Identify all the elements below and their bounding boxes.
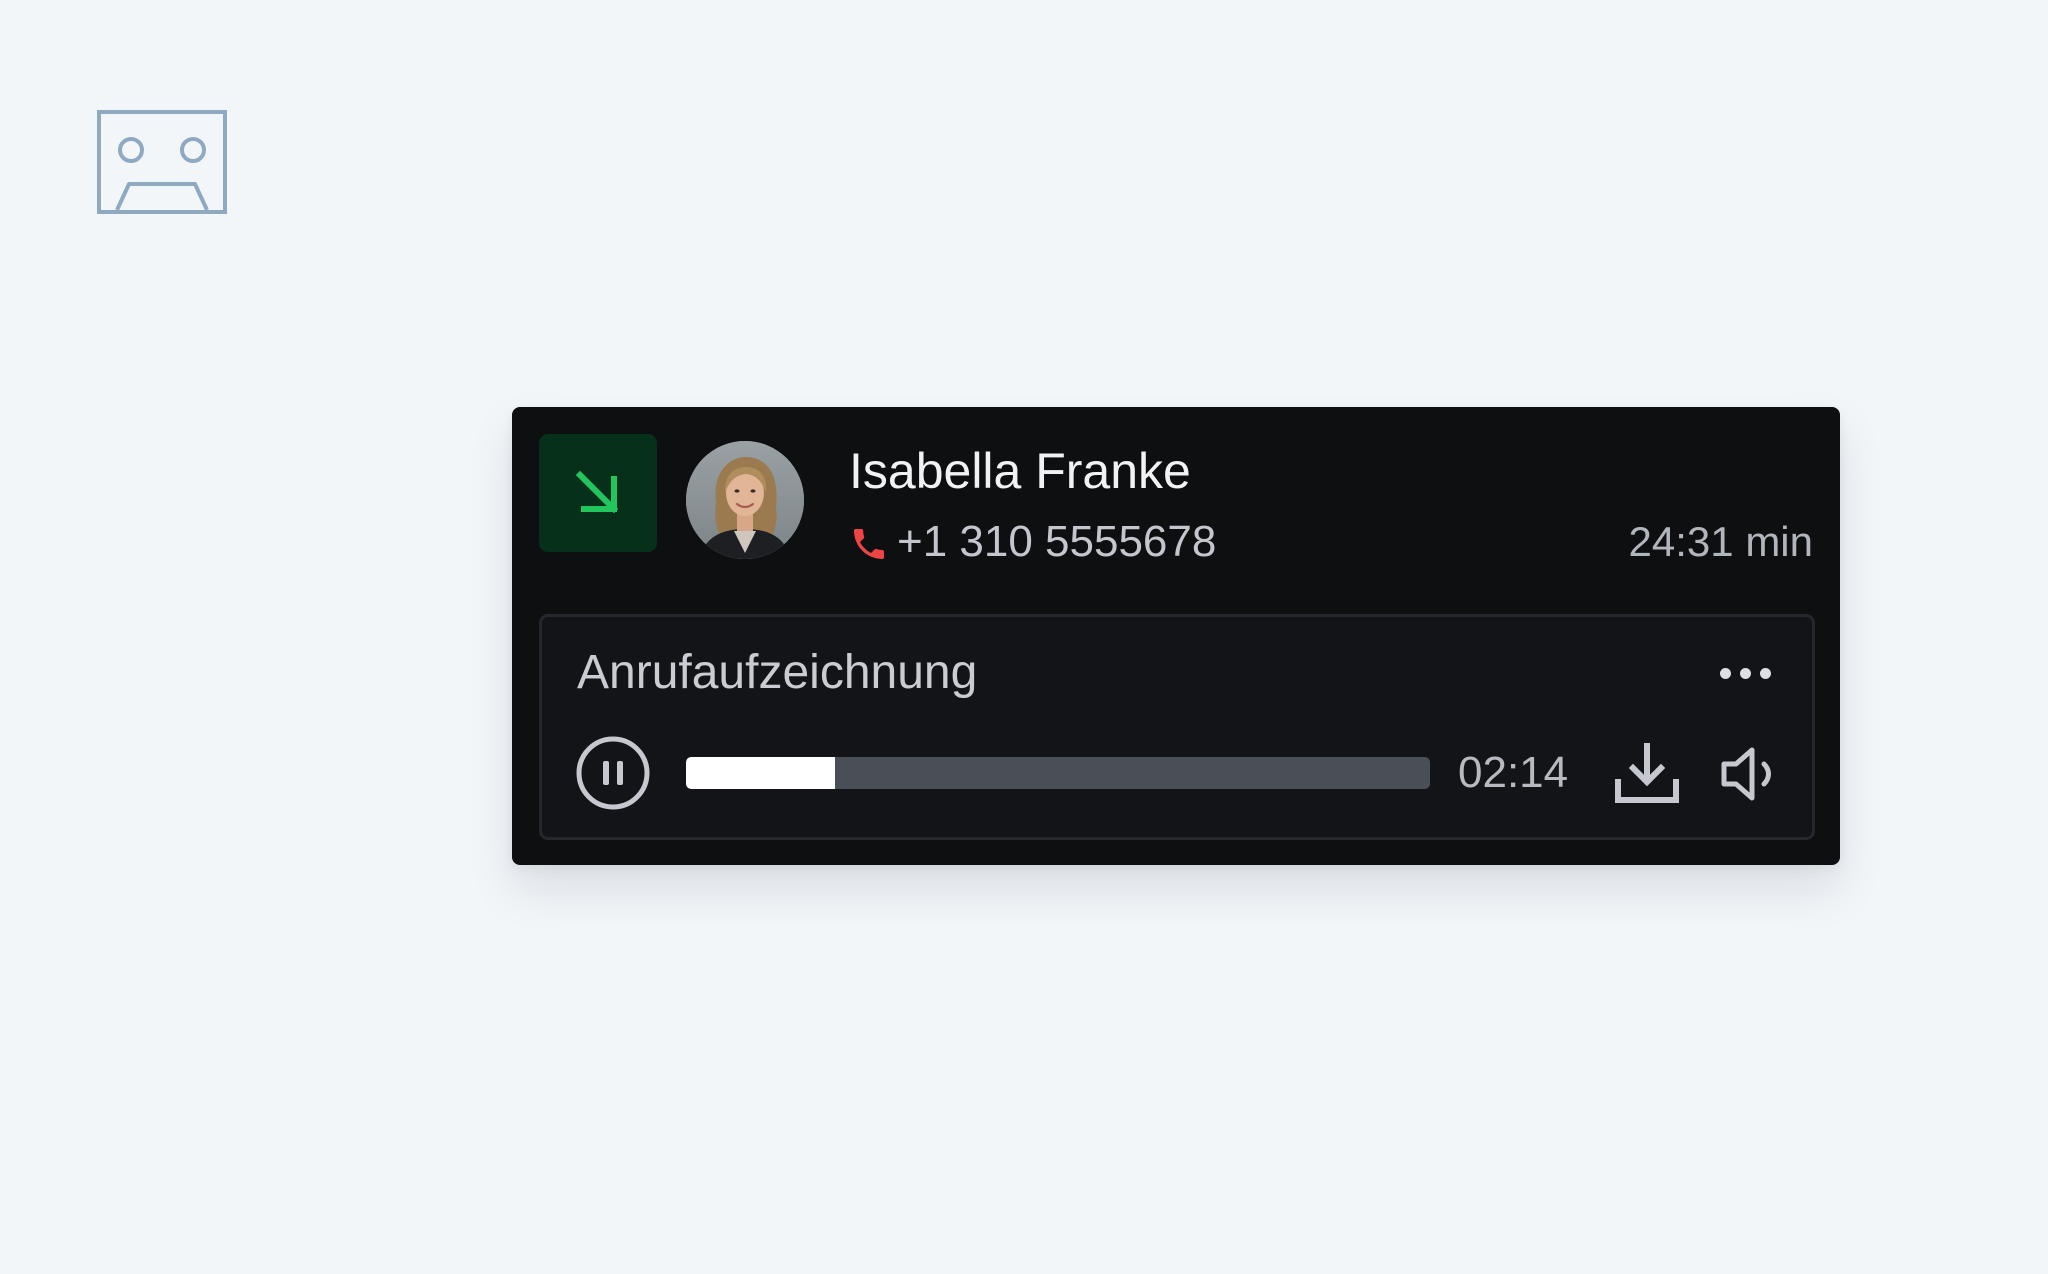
playback-progress-fill bbox=[686, 757, 835, 789]
phone-row: +1 310 5555678 bbox=[849, 511, 1216, 573]
call-recording-panel: Anrufaufzeichnung 02:14 bbox=[539, 614, 1815, 840]
incoming-call-badge bbox=[539, 434, 657, 552]
download-icon bbox=[1615, 743, 1679, 803]
pause-icon bbox=[603, 761, 623, 785]
volume-icon bbox=[1721, 747, 1771, 801]
call-log-card: Isabella Franke +1 310 5555678 24:31 min… bbox=[512, 407, 1840, 865]
call-duration: 24:31 min bbox=[1628, 518, 1813, 565]
more-options-button[interactable] bbox=[1714, 655, 1776, 691]
volume-button[interactable] bbox=[1718, 742, 1782, 806]
pause-button[interactable] bbox=[575, 735, 651, 811]
arrow-down-right-icon bbox=[575, 470, 619, 514]
cassette-tape-icon bbox=[97, 110, 227, 214]
current-playback-time: 02:14 bbox=[1458, 748, 1569, 797]
contact-name: Isabella Franke bbox=[849, 443, 1191, 499]
avatar bbox=[686, 441, 804, 559]
phone-number: +1 310 5555678 bbox=[897, 517, 1217, 566]
playback-progress-bar[interactable] bbox=[686, 757, 1430, 789]
download-button[interactable] bbox=[1612, 742, 1682, 806]
phone-icon bbox=[854, 529, 884, 559]
more-horizontal-icon bbox=[1719, 667, 1731, 679]
recording-title: Anrufaufzeichnung bbox=[577, 646, 978, 699]
